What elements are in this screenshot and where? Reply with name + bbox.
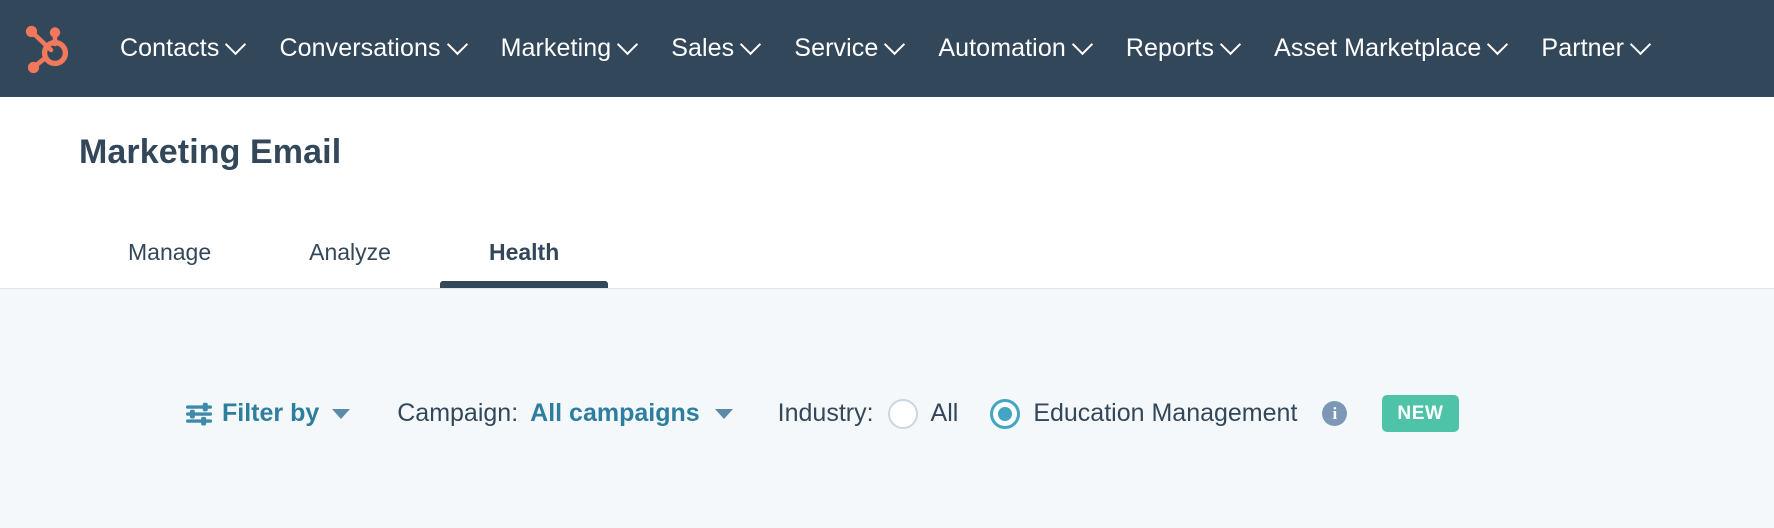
- hubspot-logo-link[interactable]: [16, 17, 80, 81]
- nav-item-label: Asset Marketplace: [1274, 34, 1482, 62]
- hubspot-sprocket-logo: [25, 25, 69, 73]
- nav-item-sales[interactable]: Sales: [653, 0, 776, 97]
- chevron-down-icon: [1630, 33, 1652, 56]
- filter-by-button[interactable]: Filter by: [186, 399, 351, 428]
- tab-label: Analyze: [309, 239, 391, 265]
- industry-label: Industry:: [777, 399, 874, 427]
- tab-label: Health: [488, 239, 560, 265]
- industry-filter: Industry: All Education Management i NEW: [778, 395, 1459, 432]
- industry-radio-all[interactable]: All: [887, 398, 959, 429]
- tab-label: Manage: [128, 239, 212, 265]
- content-area: Filter by Campaign: All campaigns Indust…: [0, 289, 1774, 528]
- primary-nav-items: Contacts Conversations Marketing Sales S…: [102, 0, 1666, 97]
- nav-item-partner[interactable]: Partner: [1523, 0, 1666, 97]
- nav-item-asset-marketplace[interactable]: Asset Marketplace: [1256, 0, 1523, 97]
- tab-analyze[interactable]: Analyze: [260, 239, 440, 288]
- info-icon[interactable]: i: [1322, 401, 1348, 426]
- tab-health[interactable]: Health: [439, 239, 609, 288]
- new-badge: NEW: [1382, 395, 1459, 432]
- filter-by-label: Filter by: [222, 399, 320, 427]
- chevron-down-icon: [225, 33, 247, 56]
- nav-item-automation[interactable]: Automation: [920, 0, 1107, 97]
- tab-manage[interactable]: Manage: [79, 239, 260, 288]
- filter-bar: Filter by Campaign: All campaigns Indust…: [186, 395, 1459, 432]
- sliders-icon: [186, 402, 212, 425]
- chevron-down-icon: [617, 33, 639, 56]
- tab-bar: Manage Analyze Health: [79, 239, 609, 288]
- nav-item-label: Sales: [671, 34, 735, 62]
- nav-item-marketing[interactable]: Marketing: [483, 0, 654, 97]
- nav-item-label: Partner: [1541, 34, 1625, 62]
- radio-button-selected[interactable]: [990, 398, 1021, 429]
- radio-button-unselected[interactable]: [887, 398, 918, 429]
- nav-item-label: Conversations: [279, 34, 441, 62]
- nav-item-label: Service: [794, 34, 879, 62]
- nav-item-label: Marketing: [500, 34, 612, 62]
- industry-radio-education-management[interactable]: Education Management: [990, 398, 1298, 429]
- top-navigation-bar: Contacts Conversations Marketing Sales S…: [0, 0, 1774, 97]
- chevron-down-icon: [1487, 33, 1509, 56]
- radio-label: Education Management: [1033, 399, 1298, 427]
- chevron-down-icon: [446, 33, 468, 56]
- chevron-down-icon: [884, 33, 906, 56]
- campaign-value-dropdown[interactable]: All campaigns: [530, 399, 700, 428]
- chevron-down-icon: [1219, 33, 1242, 56]
- chevron-down-icon: [332, 408, 351, 419]
- chevron-down-icon: [740, 33, 762, 56]
- radio-label: All: [930, 399, 959, 427]
- nav-item-service[interactable]: Service: [776, 0, 920, 97]
- nav-item-reports[interactable]: Reports: [1108, 0, 1256, 97]
- chevron-down-icon: [1071, 33, 1093, 56]
- nav-item-label: Reports: [1125, 34, 1215, 62]
- nav-item-label: Automation: [938, 34, 1066, 62]
- nav-item-conversations[interactable]: Conversations: [261, 0, 482, 97]
- campaign-filter: Campaign: All campaigns: [397, 399, 733, 428]
- nav-item-contacts[interactable]: Contacts: [102, 0, 261, 97]
- page-header: Marketing Email Manage Analyze Health: [0, 97, 1774, 289]
- page-title: Marketing Email: [79, 133, 342, 171]
- nav-item-label: Contacts: [120, 34, 220, 62]
- campaign-label: Campaign:: [397, 399, 519, 427]
- chevron-down-icon[interactable]: [714, 408, 733, 419]
